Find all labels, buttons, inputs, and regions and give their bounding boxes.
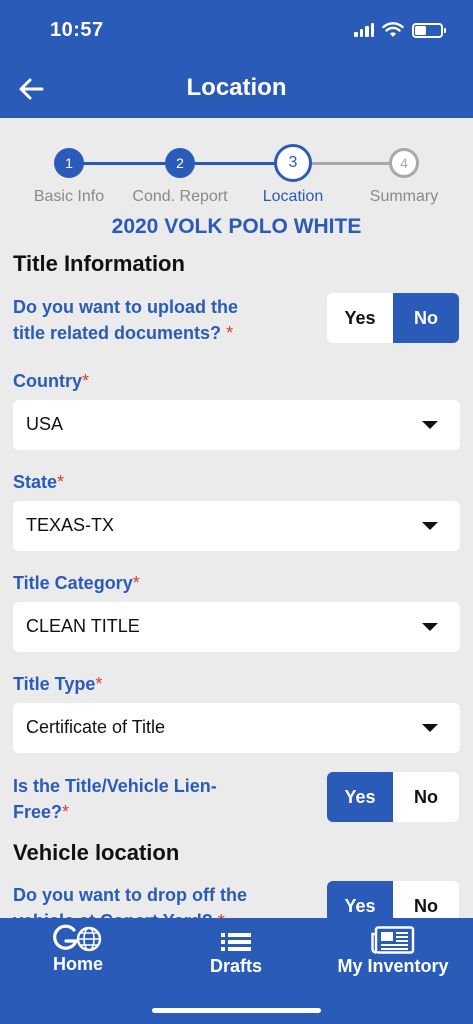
chevron-down-icon: [422, 724, 438, 732]
title-information-heading: Title Information: [13, 251, 185, 276]
state-select[interactable]: TEXAS-TX: [13, 501, 460, 551]
home-indicator: [152, 1008, 321, 1013]
tab-drafts[interactable]: Drafts: [196, 932, 276, 1012]
country-label: Country*: [13, 371, 90, 391]
tab-my-inventory[interactable]: My Inventory: [333, 926, 453, 1006]
go-globe-logo-icon: [53, 924, 102, 952]
dropoff-yes-option[interactable]: Yes: [327, 881, 393, 918]
chevron-down-icon: [422, 421, 438, 429]
dropoff-no-option[interactable]: No: [393, 881, 459, 918]
cellular-signal-icon: [354, 23, 374, 37]
step-4-circle: 4: [389, 148, 419, 178]
step-3-circle-current: 3: [274, 144, 312, 182]
upload-no-option[interactable]: No: [393, 293, 459, 343]
upload-yes-option[interactable]: Yes: [327, 293, 393, 343]
vehicle-location-heading: Vehicle location: [13, 840, 180, 865]
country-value: USA: [26, 414, 64, 434]
dropoff-question: Do you want to drop off the vehicle at C…: [13, 885, 247, 918]
progress-stepper: 1 2 3 4 Basic Info Cond. Report Location…: [0, 144, 473, 208]
state-label: State*: [13, 472, 65, 492]
lien-yes-option[interactable]: Yes: [327, 772, 393, 822]
upload-documents-question: Do you want to upload the title related …: [13, 297, 238, 343]
bottom-tab-bar: Home Drafts My Inventory: [0, 918, 473, 1024]
tab-home-label: Home: [52, 954, 103, 974]
wifi-icon: [382, 22, 404, 37]
tab-home[interactable]: Home: [38, 924, 118, 1004]
chevron-down-icon: [422, 522, 438, 530]
title-type-select[interactable]: Certificate of Title: [13, 703, 460, 753]
form-content[interactable]: 1 2 3 4 Basic Info Cond. Report Location…: [0, 118, 473, 918]
status-time: 10:57: [50, 19, 104, 41]
step-3-label: Location: [262, 188, 324, 205]
title-type-label: Title Type*: [13, 674, 103, 694]
lien-no-option[interactable]: No: [393, 772, 459, 822]
page-title: Location: [186, 74, 287, 101]
step-1-label: Basic Info: [33, 188, 105, 205]
status-icons: [354, 22, 446, 38]
chevron-down-icon: [422, 623, 438, 631]
tab-drafts-label: Drafts: [209, 956, 262, 976]
title-category-select[interactable]: CLEAN TITLE: [13, 602, 460, 652]
title-type-value: Certificate of Title: [26, 717, 166, 737]
battery-icon: [412, 22, 446, 38]
step-2-circle: 2: [165, 148, 195, 178]
title-category-value: CLEAN TITLE: [26, 616, 140, 636]
tab-my-inventory-label: My Inventory: [337, 956, 449, 976]
step-4-label: Summary: [369, 188, 439, 205]
nav-bar: Location: [0, 62, 473, 118]
lien-free-question: Is the Title/Vehicle Lien-Free?*: [13, 776, 217, 822]
vehicle-name: 2020 VOLK POLO WHITE: [111, 215, 362, 238]
title-category-label: Title Category*: [13, 573, 140, 593]
newspaper-icon: [371, 926, 415, 954]
dropoff-toggle[interactable]: Yes No: [327, 881, 459, 918]
upload-documents-toggle[interactable]: Yes No: [327, 293, 459, 343]
state-value: TEXAS-TX: [26, 515, 115, 535]
status-bar: 10:57: [0, 0, 473, 62]
country-select[interactable]: USA: [13, 400, 460, 450]
step-2-label: Cond. Report: [132, 188, 228, 205]
list-icon: [221, 933, 251, 951]
step-1-circle: 1: [54, 148, 84, 178]
lien-free-toggle[interactable]: Yes No: [327, 772, 459, 822]
